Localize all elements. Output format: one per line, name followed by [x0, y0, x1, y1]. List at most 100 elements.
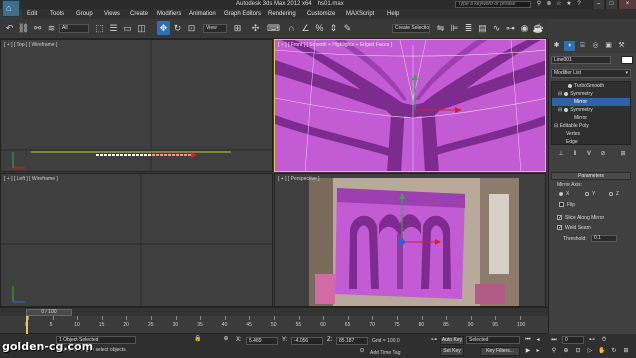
field-of-view-icon[interactable]: ▷ — [586, 347, 594, 355]
stack-item-vertex[interactable]: Vertex — [552, 130, 630, 138]
absolute-mode-icon[interactable]: ⊕ — [222, 336, 230, 343]
hierarchy-tab-icon[interactable]: ⌸ — [577, 41, 588, 51]
play-icon[interactable]: ▶ — [524, 347, 532, 355]
align-icon[interactable]: ⊫ — [448, 21, 461, 35]
search-input[interactable]: Type a keyword or phrase — [455, 1, 531, 8]
menu-maxscript[interactable]: MAXScript — [346, 11, 374, 17]
viewport-perspective[interactable]: [ + ] [ Perspective ] — [274, 173, 546, 307]
expand-icon[interactable]: ⊟ — [558, 91, 562, 97]
render-setup-icon[interactable]: ☕ — [532, 21, 545, 35]
zoom-all-icon[interactable]: ⊕ — [562, 347, 570, 355]
x-coordinate-field[interactable]: 5.489 — [246, 337, 278, 345]
zoom-icon[interactable]: ⚲ — [550, 347, 558, 355]
help-icon[interactable]: ? — [575, 1, 583, 8]
spinner-snap-icon[interactable]: ⇕ — [327, 21, 340, 35]
display-tab-icon[interactable]: ▣ — [603, 41, 614, 51]
maximize-button[interactable]: □ — [605, 0, 617, 9]
go-to-start-icon[interactable]: ⏮ — [524, 336, 532, 344]
orbit-icon[interactable]: ↻ — [610, 347, 618, 355]
key-filters-button[interactable]: Key Filters... — [480, 347, 520, 356]
weld-seam-checkbox[interactable]: ✓ — [557, 225, 562, 231]
named-selection-dropdown[interactable]: Create Selection Se — [392, 24, 430, 33]
pin-stack-icon[interactable]: ⊥ — [555, 149, 567, 159]
time-slider-thumb[interactable]: 0 / 100 — [26, 309, 72, 316]
stack-item-turbosmooth[interactable]: TurboSmooth — [552, 82, 630, 90]
angle-snap-icon[interactable]: ∠ — [299, 21, 312, 35]
stack-item-symmetry[interactable]: ⊟ Symmetry — [552, 90, 630, 98]
object-color-swatch[interactable] — [621, 56, 633, 64]
viewport-label-front[interactable]: [ + ] [ Front ] [ Smooth + Highlights + … — [278, 42, 392, 48]
show-end-result-icon[interactable]: Ⅱ — [569, 149, 581, 159]
stack-item-symmetry-2[interactable]: ⊟ Symmetry — [552, 106, 630, 114]
select-rotate-icon[interactable]: ↻ — [171, 21, 184, 35]
light-bulb-icon[interactable] — [564, 107, 569, 112]
create-tab-icon[interactable]: ✱ — [551, 41, 562, 51]
bind-space-warp-icon[interactable]: ≋ — [45, 21, 58, 35]
favorites-icon[interactable]: ★ — [565, 1, 573, 8]
edit-named-selection-icon[interactable]: ✎ — [341, 21, 354, 35]
unlink-icon[interactable]: ⚯ — [31, 21, 44, 35]
graphite-ribbon-icon[interactable]: ▤ — [476, 21, 489, 35]
snaps-toggle-icon[interactable]: ∩ — [285, 21, 298, 35]
menu-help[interactable]: Help — [387, 11, 399, 17]
select-by-name-icon[interactable]: ☰ — [107, 21, 120, 35]
previous-frame-icon[interactable]: ◂ — [534, 336, 542, 344]
flip-checkbox[interactable] — [559, 202, 564, 207]
menu-modifiers[interactable]: Modifiers — [157, 11, 181, 17]
stack-item-edge[interactable]: Edge — [552, 138, 630, 144]
object-name-field[interactable]: Line001 — [551, 56, 611, 64]
pivot-center-icon[interactable]: ⊞ — [231, 21, 244, 35]
viewport-front[interactable]: [ + ] [ Front ] [ Smooth + Highlights + … — [274, 39, 546, 172]
menu-animation[interactable]: Animation — [189, 11, 216, 17]
selected-set-dropdown[interactable]: Selected — [466, 336, 520, 344]
auto-key-button[interactable]: Auto Key — [440, 336, 464, 345]
utilities-tab-icon[interactable]: ⚒ — [616, 41, 627, 51]
reference-coordinate-dropdown[interactable]: View — [203, 24, 227, 33]
axis-y-radio[interactable] — [585, 192, 589, 196]
viewport-left[interactable]: [ + ] [ Left ] [ Wireframe ] — [0, 173, 273, 307]
next-frame-icon[interactable]: ▸ — [534, 347, 542, 355]
select-scale-icon[interactable]: ⊡ — [185, 21, 198, 35]
undo-icon[interactable]: ↶ — [3, 21, 16, 35]
mirror-icon[interactable]: ⇋ — [434, 21, 447, 35]
time-slider[interactable]: 0 / 100 — [0, 307, 548, 316]
light-bulb-icon[interactable] — [564, 91, 569, 96]
stack-item-editable-poly[interactable]: ⊟ Editable Poly — [552, 122, 630, 130]
select-manipulate-icon[interactable]: ✣ — [249, 21, 262, 35]
schematic-view-icon[interactable]: ⊶ — [504, 21, 517, 35]
menu-graph-editors[interactable]: Graph Editors — [224, 11, 261, 17]
link-icon[interactable]: ⛓ — [17, 21, 30, 35]
minimize-button[interactable]: – — [592, 0, 604, 9]
communication-center-icon[interactable]: ☆ — [555, 1, 563, 8]
close-button[interactable]: × — [618, 0, 636, 9]
zoom-extents-icon[interactable]: ⊡ — [574, 347, 582, 355]
modify-tab-icon[interactable]: ◖ — [564, 41, 575, 51]
time-tag-icon[interactable]: ⊙ — [358, 348, 366, 355]
menu-rendering[interactable]: Rendering — [268, 11, 296, 17]
motion-tab-icon[interactable]: ◎ — [590, 41, 601, 51]
track-bar[interactable]: 0 5 10 15 20 25 30 35 40 45 50 55 60 65 70 75 80 85 90 95 10… — [0, 316, 548, 334]
go-to-end-icon[interactable]: ⏭ — [550, 336, 558, 344]
light-bulb-icon[interactable] — [568, 83, 572, 88]
material-editor-icon[interactable]: ◉ — [518, 21, 531, 35]
menu-create[interactable]: Create — [130, 11, 148, 17]
stack-item-mirror-2[interactable]: Mirror — [552, 114, 630, 122]
configure-sets-icon[interactable]: ⊞ — [617, 149, 629, 159]
axis-x-radio[interactable] — [559, 192, 563, 196]
curve-editor-icon[interactable]: ∿ — [490, 21, 503, 35]
layer-manager-icon[interactable]: ≣ — [462, 21, 475, 35]
menu-customize[interactable]: Customize — [307, 11, 335, 17]
slice-along-mirror-checkbox[interactable]: ✓ — [557, 215, 562, 221]
expand-icon[interactable]: ⊟ — [558, 107, 562, 113]
lock-selection-icon[interactable]: 🔒 — [194, 336, 202, 343]
set-key-button[interactable]: Set Key — [440, 347, 464, 356]
expand-icon[interactable]: ⊟ — [554, 123, 558, 129]
key-mode-toggle-icon[interactable]: ⊷ — [588, 336, 596, 344]
y-coordinate-field[interactable]: -4.056 — [291, 337, 323, 345]
modifier-list-dropdown[interactable]: Modifier List ▾ — [551, 69, 631, 78]
modifier-stack[interactable]: TurboSmooth ⊟ Symmetry Mirror ⊟ Symmetry M… — [551, 81, 631, 145]
remove-modifier-icon[interactable]: ⊘ — [597, 149, 609, 159]
menu-tools[interactable]: Tools — [50, 11, 64, 17]
selection-filter-dropdown[interactable]: All — [59, 24, 89, 33]
search-icon[interactable]: ⚲ — [535, 1, 543, 8]
